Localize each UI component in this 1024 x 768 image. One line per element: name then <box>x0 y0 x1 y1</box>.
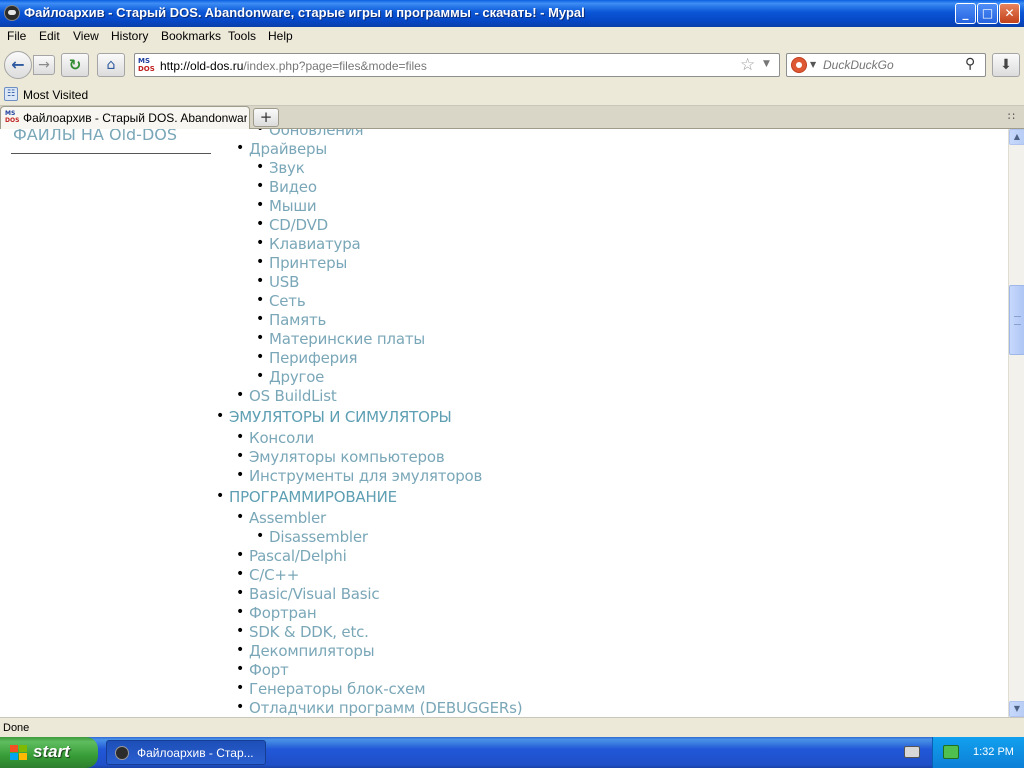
menu-history[interactable]: History <box>111 29 148 43</box>
plus-icon: + <box>259 108 273 126</box>
menu-file[interactable]: File <box>7 29 26 43</box>
navigation-toolbar: ← → ↻ ⌂ MS DOS http://old-dos.ru/index.p… <box>0 46 1024 84</box>
home-button[interactable]: ⌂ <box>97 53 125 77</box>
bookmark-star-icon[interactable]: ☆ <box>740 55 755 75</box>
category-link[interactable]: Мыши <box>256 197 317 215</box>
clock[interactable]: 1:32 PM <box>973 746 1014 758</box>
tab-strip: MS DOS Файлоархив - Старый DOS. Abandonw… <box>0 106 1024 129</box>
category-link[interactable]: Консоли <box>236 429 314 447</box>
window-title-bar[interactable]: Файлоархив - Старый DOS. Abandonware, ст… <box>0 0 1024 27</box>
category-link[interactable]: Эмуляторы компьютеров <box>236 448 445 466</box>
menu-bar: File Edit View History Bookmarks Tools H… <box>0 27 1024 46</box>
most-visited-bookmark[interactable]: Most Visited <box>23 88 88 102</box>
address-bar[interactable]: MS DOS http://old-dos.ru/index.php?page=… <box>134 53 780 77</box>
category-link[interactable]: Basic/Visual Basic <box>236 585 380 603</box>
category-link[interactable]: Форт <box>236 661 289 679</box>
status-text: Done <box>3 722 30 734</box>
network-icon[interactable] <box>943 745 959 759</box>
menu-edit[interactable]: Edit <box>39 29 60 43</box>
category-link[interactable]: C/C++ <box>236 566 299 584</box>
forward-button[interactable]: → <box>33 55 55 75</box>
bookmarks-toolbar: ☷ Most Visited <box>0 84 1024 106</box>
list-all-tabs-icon[interactable]: ∷ <box>1008 110 1015 123</box>
category-link[interactable]: Видео <box>256 178 317 196</box>
url-text[interactable]: http://old-dos.ru/index.php?page=files&m… <box>160 59 427 73</box>
taskbar: start Файлоархив - Стар... 1:32 PM <box>0 737 1024 768</box>
category-link[interactable]: USB <box>256 273 299 291</box>
minimize-button[interactable]: _ <box>955 3 976 24</box>
menu-view[interactable]: View <box>73 29 99 43</box>
category-link[interactable]: Обновления <box>256 129 364 139</box>
category-link[interactable]: Звук <box>256 159 305 177</box>
tab-favicon: MS DOS <box>5 110 20 124</box>
category-link[interactable]: Disassembler <box>256 528 368 546</box>
most-visited-icon[interactable]: ☷ <box>4 87 18 101</box>
category-link[interactable]: OS BuildList <box>236 387 337 405</box>
menu-tools[interactable]: Tools <box>228 29 256 43</box>
window-title: Файлоархив - Старый DOS. Abandonware, ст… <box>24 5 585 20</box>
browser-app-icon <box>115 746 129 760</box>
scrollbar-thumb[interactable] <box>1009 285 1024 355</box>
url-history-dropdown-icon[interactable]: ▼ <box>763 59 770 69</box>
search-icon[interactable]: ⚲ <box>965 56 975 72</box>
taskbar-item-label: Файлоархив - Стар... <box>137 746 254 760</box>
site-identity-icon[interactable]: MS DOS <box>138 57 155 73</box>
search-engine-icon[interactable] <box>791 57 807 73</box>
category-link[interactable]: Декомпиляторы <box>236 642 375 660</box>
category-link[interactable]: Память <box>256 311 326 329</box>
reload-button[interactable]: ↻ <box>61 53 89 77</box>
search-input[interactable] <box>823 58 963 72</box>
new-tab-button[interactable]: + <box>253 108 279 127</box>
forward-arrow-icon: → <box>38 57 50 73</box>
category-link[interactable]: Отладчики программ (DEBUGGERs) <box>236 699 523 717</box>
downloads-button[interactable]: ⬇ <box>992 53 1020 77</box>
menu-bookmarks[interactable]: Bookmarks <box>161 29 221 43</box>
category-link[interactable]: Клавиатура <box>256 235 361 253</box>
category-link[interactable]: Принтеры <box>256 254 347 272</box>
category-link[interactable]: CD/DVD <box>256 216 328 234</box>
taskbar-browser-window[interactable]: Файлоархив - Стар... <box>106 740 266 765</box>
scroll-up-arrow-icon[interactable]: ▲ <box>1009 129 1024 145</box>
home-icon: ⌂ <box>106 57 116 73</box>
search-bar[interactable]: ▼ ⚲ <box>786 53 986 77</box>
keyboard-layout-icon[interactable] <box>904 746 920 758</box>
menu-help[interactable]: Help <box>268 29 293 43</box>
category-link[interactable]: Фортран <box>236 604 317 622</box>
start-button[interactable]: start <box>0 737 98 768</box>
page-scrollbar[interactable]: ▲ ▼ <box>1008 129 1024 717</box>
browser-app-icon[interactable] <box>4 5 20 21</box>
category-link[interactable]: SDK & DDK, etc. <box>236 623 369 641</box>
maximize-button[interactable]: □ <box>977 3 998 24</box>
search-engine-dropdown-icon[interactable]: ▼ <box>810 60 816 69</box>
category-link[interactable]: Генераторы блок-схем <box>236 680 426 698</box>
back-arrow-icon: ← <box>11 55 25 74</box>
category-link[interactable]: Программирование <box>216 488 397 506</box>
close-button[interactable]: ✕ <box>999 3 1020 24</box>
reload-icon: ↻ <box>68 56 82 74</box>
download-arrow-icon: ⬇ <box>1000 57 1012 73</box>
category-link[interactable]: Материнские платы <box>256 330 425 348</box>
sidebar-heading[interactable]: ФАЙЛЫ НА Old-DOS <box>13 129 177 144</box>
tab-label: Файлоархив - Старый DOS. Abandonware,... <box>23 111 247 125</box>
sidebar-divider <box>11 153 211 154</box>
category-link[interactable]: Периферия <box>256 349 358 367</box>
windows-logo-icon <box>10 745 28 761</box>
category-link[interactable]: Другое <box>256 368 324 386</box>
status-bar: Done <box>0 717 1024 737</box>
category-link[interactable]: Инструменты для эмуляторов <box>236 467 482 485</box>
category-link[interactable]: Эмуляторы и симуляторы <box>216 408 452 426</box>
category-link[interactable]: Assembler <box>236 509 326 527</box>
category-link[interactable]: Драйверы <box>236 140 327 158</box>
category-link[interactable]: Pascal/Delphi <box>236 547 347 565</box>
system-tray: 1:32 PM <box>932 737 1024 768</box>
back-button[interactable]: ← <box>4 51 32 79</box>
page-content: ФАЙЛЫ НА Old-DOS ОбновленияДрайверыЗвукВ… <box>0 129 1008 717</box>
scroll-down-arrow-icon[interactable]: ▼ <box>1009 701 1024 717</box>
tab-active[interactable]: MS DOS Файлоархив - Старый DOS. Abandonw… <box>0 106 250 129</box>
start-label: start <box>33 742 70 761</box>
category-link[interactable]: Сеть <box>256 292 306 310</box>
